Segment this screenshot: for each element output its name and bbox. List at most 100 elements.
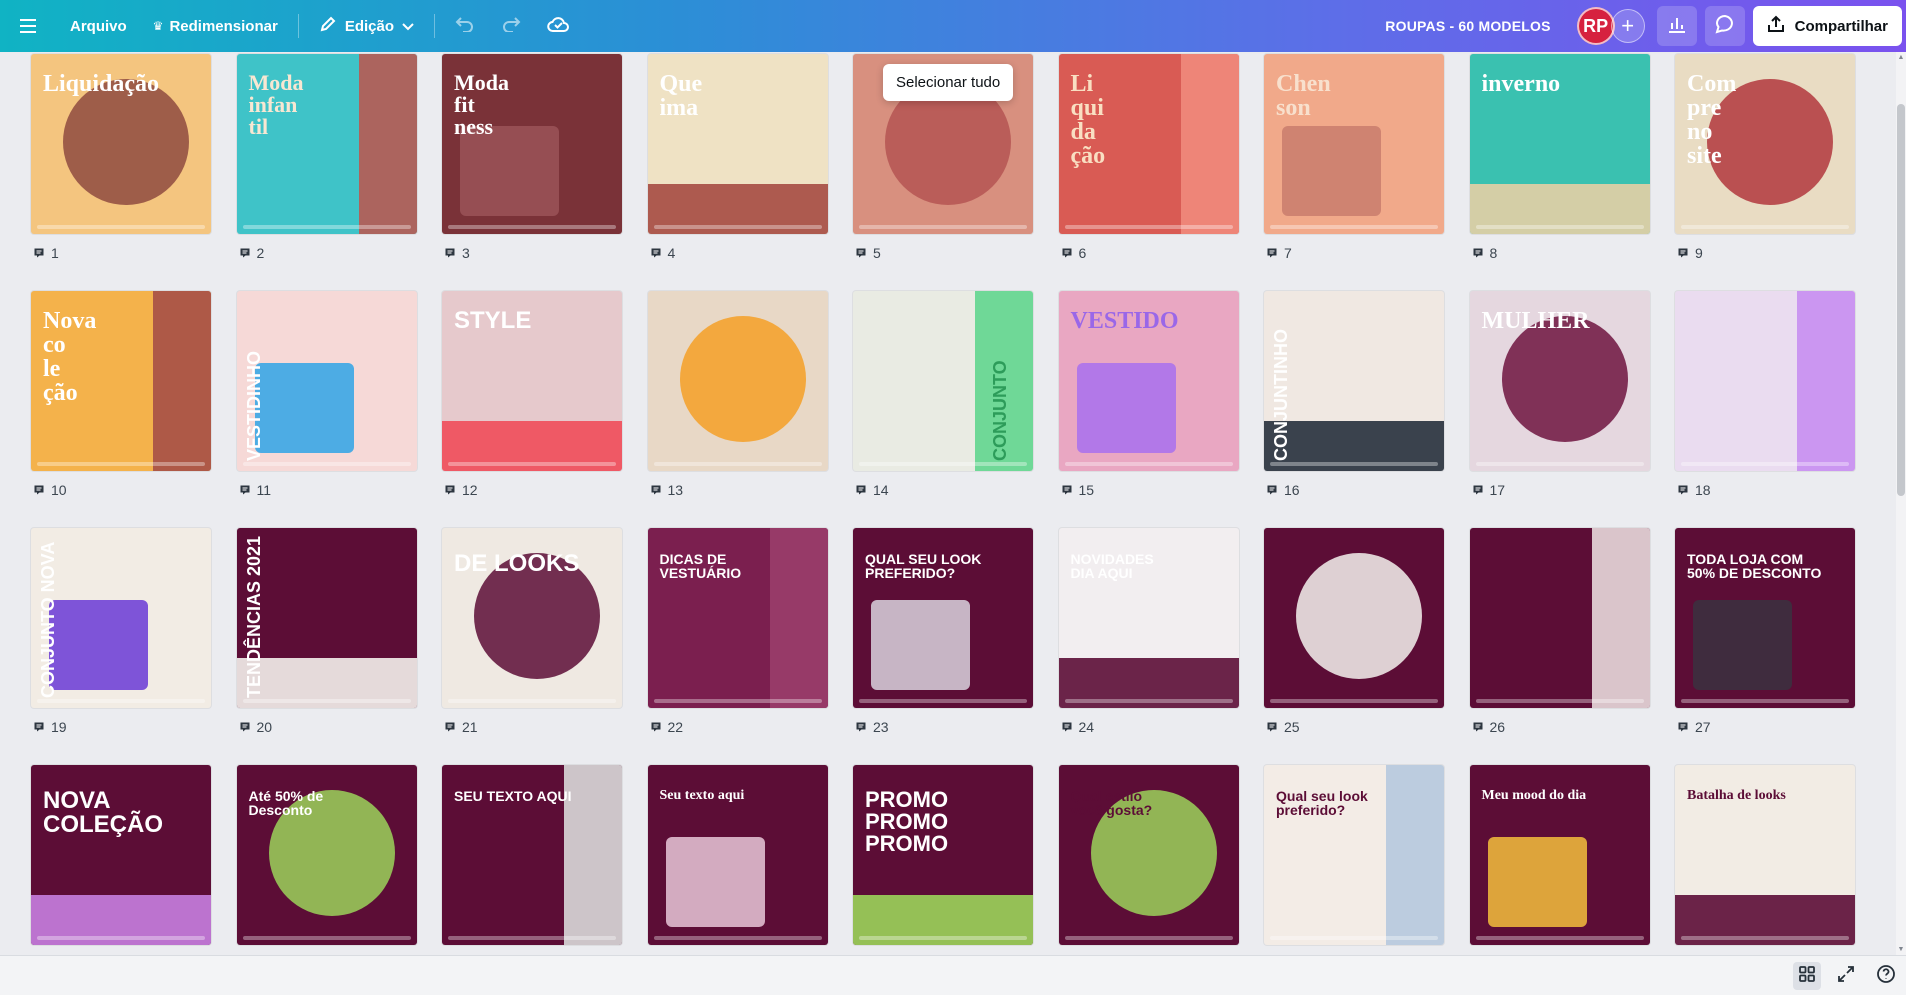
page-thumbnail[interactable]: Nova co le ção xyxy=(31,291,211,471)
grid-view-button[interactable] xyxy=(1793,962,1821,990)
fullscreen-button[interactable] xyxy=(1832,962,1860,990)
page-thumbnail[interactable]: inverno xyxy=(1469,54,1650,234)
share-button[interactable]: Compartilhar xyxy=(1752,6,1902,46)
page-card[interactable]: CONJUNTINHO 16 xyxy=(1264,291,1444,506)
avatar[interactable]: RP xyxy=(1576,7,1615,45)
page-card[interactable]: TENDÊNCIAS 2021 20 xyxy=(236,528,417,743)
page-thumbnail[interactable]: NOVIDADES DIA AQUI xyxy=(1058,528,1239,708)
notes-icon[interactable] xyxy=(650,484,662,496)
notes-icon[interactable] xyxy=(33,484,45,496)
notes-icon[interactable] xyxy=(444,247,456,259)
notes-icon[interactable] xyxy=(1061,484,1073,496)
page-card[interactable]: 25 xyxy=(1264,528,1444,743)
page-card[interactable]: Moda infan til 2 xyxy=(236,54,417,269)
page-thumbnail[interactable]: PROMO PROMO PROMO xyxy=(853,765,1033,945)
page-card[interactable]: MULHER 17 xyxy=(1469,291,1650,506)
notes-icon[interactable] xyxy=(1677,247,1689,259)
page-card[interactable]: Qual seu look preferido?34 xyxy=(1264,765,1444,955)
page-thumbnail[interactable]: VESTIDINHO xyxy=(236,291,417,471)
notes-icon[interactable] xyxy=(239,484,251,496)
notes-icon[interactable] xyxy=(33,247,45,259)
page-thumbnail[interactable]: Li qui da ção xyxy=(1058,54,1239,234)
notes-icon[interactable] xyxy=(650,247,662,259)
vertical-scrollbar[interactable]: ▲ ▼ xyxy=(1896,52,1906,955)
notes-icon[interactable] xyxy=(1677,721,1689,733)
page-card[interactable]: 18 xyxy=(1675,291,1855,506)
page-card[interactable]: NOVIDADES DIA AQUI 24 xyxy=(1058,528,1239,743)
page-thumbnail[interactable]: VESTIDO xyxy=(1058,291,1239,471)
insights-button[interactable] xyxy=(1656,6,1697,46)
page-card[interactable]: PROMO PROMO PROMO32 xyxy=(853,765,1033,955)
page-thumbnail[interactable]: CONJUNTO xyxy=(853,291,1033,471)
page-card[interactable]: TODA LOJA COM 50% DE DESCONTO 27 xyxy=(1675,528,1855,743)
notes-icon[interactable] xyxy=(855,484,867,496)
notes-icon[interactable] xyxy=(1061,721,1073,733)
notes-icon[interactable] xyxy=(1266,247,1278,259)
page-thumbnail[interactable]: Meu mood do dia xyxy=(1469,765,1650,945)
notes-icon[interactable] xyxy=(239,247,251,259)
help-button[interactable] xyxy=(1872,962,1900,990)
page-card[interactable]: VESTIDINHO 11 xyxy=(236,291,417,506)
page-thumbnail[interactable]: Batalha de looks xyxy=(1675,765,1855,945)
page-thumbnail[interactable]: Qual seu look preferido? xyxy=(1264,765,1444,945)
page-thumbnail[interactable]: DICAS DE VESTUÁRIO xyxy=(647,528,828,708)
page-thumbnail[interactable]: Com pre no site xyxy=(1675,54,1855,234)
page-thumbnail[interactable]: NOVA COLEÇÃO xyxy=(31,765,211,945)
notes-icon[interactable] xyxy=(1266,484,1278,496)
page-thumbnail[interactable]: QUAL SEU LOOK PREFERIDO? xyxy=(853,528,1033,708)
notes-icon[interactable] xyxy=(650,721,662,733)
notes-icon[interactable] xyxy=(855,721,867,733)
page-thumbnail[interactable]: Até 50% de Desconto xyxy=(236,765,417,945)
page-card[interactable]: Moda fit ness 3 xyxy=(442,54,622,269)
page-thumbnail[interactable] xyxy=(1264,528,1444,708)
scroll-down-arrow-icon[interactable]: ▼ xyxy=(1896,946,1906,953)
document-title[interactable]: ROUPAS - 60 MODELOS xyxy=(1385,18,1550,34)
notes-icon[interactable] xyxy=(1061,247,1073,259)
page-card[interactable]: Com pre no site 9 xyxy=(1675,54,1855,269)
page-thumbnail[interactable]: Liquidação xyxy=(31,54,211,234)
edit-mode-button[interactable]: Edição xyxy=(309,8,424,44)
page-thumbnail[interactable]: MULHER xyxy=(1469,291,1650,471)
page-thumbnail[interactable] xyxy=(1469,528,1650,708)
page-thumbnail[interactable]: Que ima xyxy=(647,54,828,234)
notes-icon[interactable] xyxy=(1266,721,1278,733)
notes-icon[interactable] xyxy=(1472,247,1484,259)
page-card[interactable]: VESTIDO 15 xyxy=(1058,291,1239,506)
notes-icon[interactable] xyxy=(855,247,867,259)
page-card[interactable]: Que ima 4 xyxy=(647,54,828,269)
save-status-button[interactable] xyxy=(537,8,579,44)
notes-icon[interactable] xyxy=(1472,721,1484,733)
page-card[interactable]: Seu texto aqui31 xyxy=(647,765,828,955)
scroll-thumb[interactable] xyxy=(1897,104,1905,496)
notes-icon[interactable] xyxy=(444,484,456,496)
resize-button[interactable]: ♛ Redimensionar xyxy=(143,8,288,44)
page-card[interactable]: Li qui da ção 6 xyxy=(1058,54,1239,269)
notes-icon[interactable] xyxy=(1677,484,1689,496)
page-card[interactable]: NOVA COLEÇÃO28 xyxy=(31,765,211,955)
page-thumbnail[interactable]: CONJUNTO NOVA xyxy=(31,528,211,708)
page-card[interactable]: Batalha de looks36 xyxy=(1675,765,1855,955)
page-thumbnail[interactable]: Chen son xyxy=(1264,54,1444,234)
page-card[interactable]: DE LOOKS 21 xyxy=(442,528,622,743)
page-thumbnail[interactable]: SEU TEXTO AQUI xyxy=(442,765,622,945)
page-thumbnail[interactable]: Qual estilo você gosta? xyxy=(1058,765,1239,945)
page-thumbnail[interactable]: Moda fit ness xyxy=(442,54,622,234)
page-thumbnail[interactable]: CONJUNTINHO xyxy=(1264,291,1444,471)
page-thumbnail[interactable]: DE LOOKS xyxy=(442,528,622,708)
page-card[interactable]: DICAS DE VESTUÁRIO 22 xyxy=(647,528,828,743)
page-card[interactable]: Até 50% de Desconto29 xyxy=(236,765,417,955)
notes-icon[interactable] xyxy=(33,721,45,733)
page-thumbnail[interactable] xyxy=(1675,291,1855,471)
redo-button[interactable] xyxy=(491,8,531,44)
page-card[interactable]: STYLE 12 xyxy=(442,291,622,506)
page-card[interactable]: Chen son 7 xyxy=(1264,54,1444,269)
page-thumbnail[interactable]: TENDÊNCIAS 2021 xyxy=(236,528,417,708)
file-menu-button[interactable]: Arquivo xyxy=(60,8,137,44)
page-card[interactable]: inverno 8 xyxy=(1469,54,1650,269)
comments-button[interactable] xyxy=(1704,6,1745,46)
page-card[interactable]: Meu mood do dia35 xyxy=(1469,765,1650,955)
page-card[interactable]: CONJUNTO NOVA 19 xyxy=(31,528,211,743)
page-thumbnail[interactable] xyxy=(647,291,828,471)
page-thumbnail[interactable]: Seu texto aqui xyxy=(647,765,828,945)
undo-button[interactable] xyxy=(445,8,485,44)
